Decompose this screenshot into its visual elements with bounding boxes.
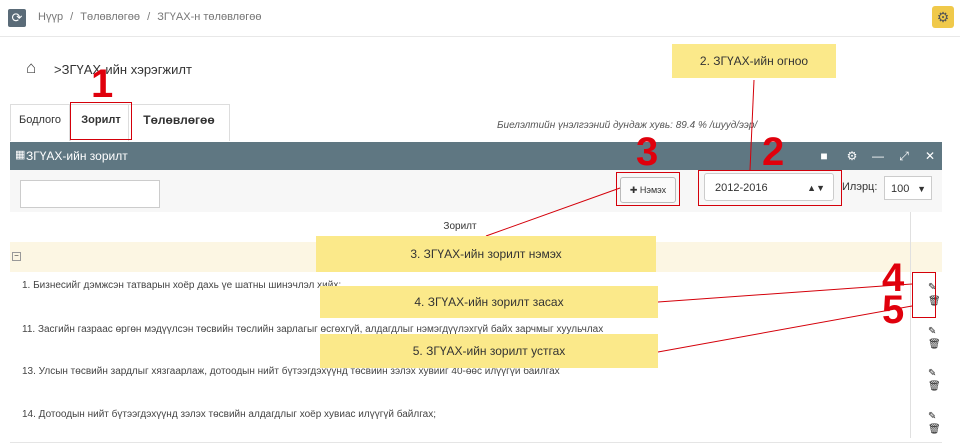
callout-year: 2. ЗГҮАХ-ийн огноо	[672, 44, 836, 78]
arrow-edit	[657, 283, 913, 303]
arrow-delete	[657, 305, 913, 353]
step-marker-1: 1	[91, 62, 114, 106]
step-marker-2: 2	[762, 130, 785, 174]
callout-delete: 5. ЗГҮАХ-ийн зорилт устгах	[320, 334, 658, 368]
callout-edit: 4. ЗГҮАХ-ийн зорилт засах	[320, 286, 658, 318]
arrow-year	[749, 79, 755, 171]
step-marker-5: 5	[882, 288, 905, 332]
arrow-add	[485, 187, 621, 237]
step-marker-3: 3	[636, 130, 659, 174]
callout-add: 3. ЗГҮАХ-ийн зорилт нэмэх	[316, 236, 656, 272]
